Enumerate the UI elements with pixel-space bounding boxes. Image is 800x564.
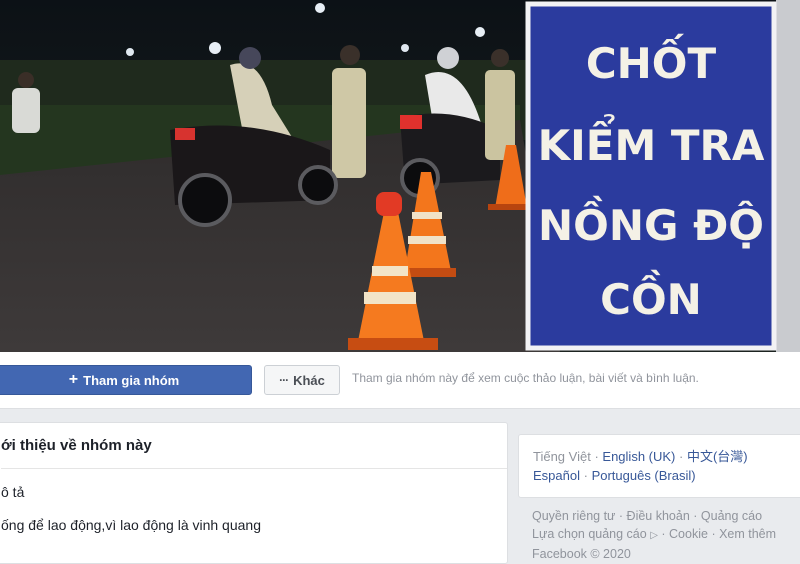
language-link-spanish[interactable]: Español [533, 468, 580, 483]
more-dots-icon: ··· [279, 373, 289, 387]
language-link-portuguese[interactable]: Português (Brasil) [592, 468, 696, 483]
about-group-card: ới thiệu về nhóm này ô tả ống để lao độn… [0, 422, 508, 564]
footer-link-ads[interactable]: Quảng cáo [701, 509, 762, 523]
sign-line-1: CHỐT [586, 32, 717, 88]
footer-links: Quyền riêng tư · Điều khoản · Quảng cáo … [532, 507, 800, 563]
description-label: ô tả [1, 484, 25, 500]
language-link-english[interactable]: English (UK) [602, 449, 675, 464]
sign-line-3: NỒNG ĐỘ [538, 195, 764, 250]
group-cover-photo: CHỐT KIỂM TRA NỒNG ĐỘ CỒN [0, 0, 800, 352]
about-title: ới thiệu về nhóm này [1, 437, 152, 454]
footer-link-cookie[interactable]: Cookie [669, 527, 708, 541]
more-label: Khác [293, 372, 325, 388]
ad-choices-icon: ▷ [650, 530, 658, 541]
join-group-button[interactable]: + Tham gia nhóm [0, 365, 252, 395]
language-selector-card: Tiếng Việt · English (UK) · 中文(台灣) Españ… [518, 434, 800, 498]
cover-photo-illustration: CHỐT KIỂM TRA NỒNG ĐỘ CỒN [0, 0, 800, 352]
sign-line-2: KIỂM TRA [538, 113, 765, 170]
divider [1, 468, 507, 469]
plus-icon: + [68, 371, 79, 388]
join-hint-text: Tham gia nhóm này để xem cuộc thảo luận,… [352, 371, 699, 385]
more-button[interactable]: ··· Khác [264, 365, 340, 395]
sign-line-4: CỒN [600, 269, 702, 324]
current-language: Tiếng Việt [533, 449, 591, 464]
group-description: ống để lao động,vì lao động là vinh quan… [1, 517, 261, 533]
join-group-label: Tham gia nhóm [83, 372, 180, 388]
footer-link-terms[interactable]: Điều khoản [627, 509, 690, 523]
footer-link-privacy[interactable]: Quyền riêng tư [532, 509, 615, 523]
footer-link-ad-choices[interactable]: Lựa chọn quảng cáo [532, 527, 647, 541]
copyright: Facebook © 2020 [532, 547, 631, 561]
group-action-bar: + Tham gia nhóm ··· Khác Tham gia nhóm n… [0, 352, 800, 409]
language-link-chinese[interactable]: 中文(台灣) [687, 449, 748, 464]
footer-link-more[interactable]: Xem thêm [719, 527, 776, 541]
